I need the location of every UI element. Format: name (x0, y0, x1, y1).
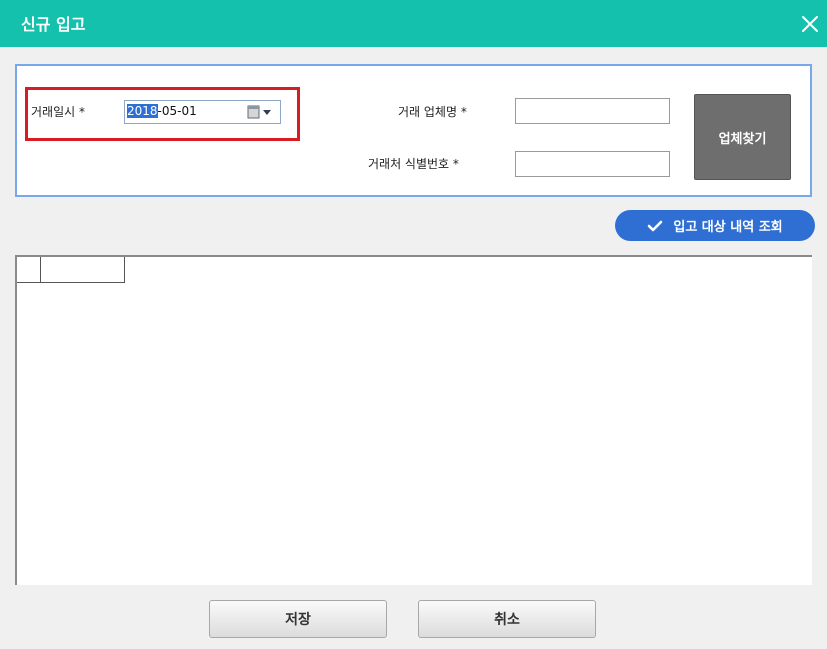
query-button-label: 입고 대상 내역 조회 (673, 220, 783, 235)
vendor-name-field[interactable] (515, 98, 670, 124)
date-input[interactable]: 2018-05-01 (124, 100, 281, 124)
search-form-panel: 거래일시 * 2018-05-01 거래 업체명 * 거래처 식별번호 * 업체… (15, 64, 812, 197)
vendor-id-label: 거래처 식별번호 * (368, 157, 459, 171)
close-icon (802, 16, 818, 32)
calendar-button[interactable] (246, 104, 278, 120)
dialog-title: 신규 입고 (21, 15, 86, 34)
title-bar: 신규 입고 (0, 0, 827, 47)
find-vendor-button[interactable]: 업체찾기 (694, 94, 791, 180)
cancel-button[interactable]: 취소 (418, 600, 596, 638)
save-button[interactable]: 저장 (209, 600, 387, 638)
grid-header-cell[interactable] (41, 257, 125, 283)
grid-header-cell-select[interactable] (17, 257, 41, 283)
vendor-name-label: 거래 업체명 * (398, 105, 467, 119)
result-grid[interactable] (15, 255, 812, 585)
calendar-icon (247, 105, 260, 119)
date-value-selected: 2018 (127, 104, 158, 118)
vendor-id-field[interactable] (515, 151, 670, 177)
close-button[interactable] (799, 13, 821, 35)
date-value: 2018-05-01 (127, 104, 197, 118)
chevron-down-icon (263, 110, 271, 115)
date-label: 거래일시 * (31, 105, 85, 119)
date-value-rest: -05-01 (157, 104, 197, 118)
query-button[interactable]: 입고 대상 내역 조회 (615, 210, 815, 241)
check-icon (648, 220, 663, 231)
